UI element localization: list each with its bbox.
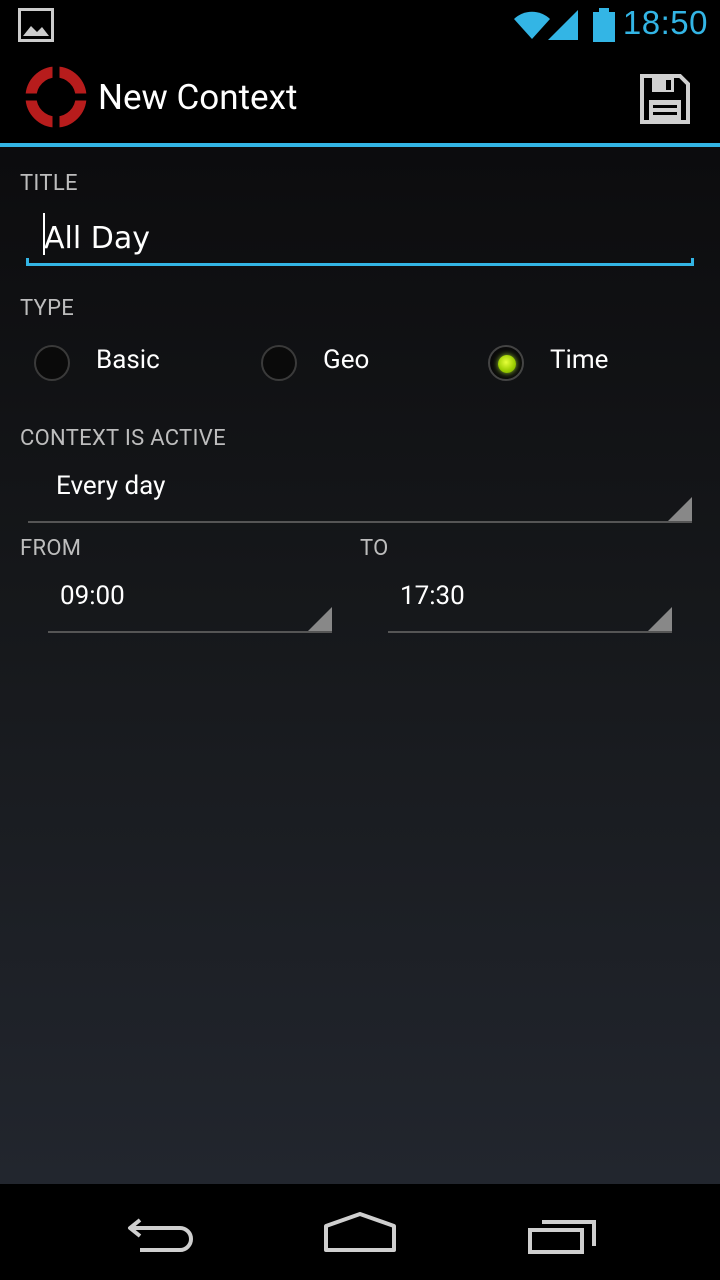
text-cursor xyxy=(43,213,45,255)
from-label: FROM xyxy=(20,536,82,561)
from-time-spinner[interactable]: 09:00 xyxy=(48,573,332,633)
back-icon[interactable] xyxy=(124,1214,196,1254)
frequency-spinner[interactable]: Every day xyxy=(28,463,692,523)
to-time-spinner[interactable]: 17:30 xyxy=(388,573,672,633)
navigation-bar xyxy=(0,1184,720,1280)
battery-icon xyxy=(593,8,615,42)
radio-basic-label: Basic xyxy=(96,345,160,375)
radio-time-circle xyxy=(488,345,524,381)
action-bar: New Context xyxy=(0,50,720,144)
spinner-corner-icon xyxy=(648,607,672,631)
spinner-corner-icon xyxy=(308,607,332,631)
from-time-value: 09:00 xyxy=(60,581,125,611)
type-label: TYPE xyxy=(20,296,75,321)
status-clock: 18:50 xyxy=(622,4,708,41)
context-active-label: CONTEXT IS ACTIVE xyxy=(20,426,226,451)
floppy-disk-icon xyxy=(640,74,690,124)
title-label: TITLE xyxy=(20,171,78,196)
home-icon[interactable] xyxy=(322,1212,398,1254)
page-title: New Context xyxy=(98,77,298,118)
status-bar: 18:50 xyxy=(0,0,720,50)
gallery-icon xyxy=(18,8,54,42)
radio-selected-dot xyxy=(498,355,516,373)
spinner-underline xyxy=(48,631,332,633)
radio-geo-label: Geo xyxy=(323,345,370,375)
spinner-corner-icon xyxy=(668,497,692,521)
radio-time-label: Time xyxy=(550,345,609,375)
to-time-value: 17:30 xyxy=(400,581,465,611)
recent-apps-icon[interactable] xyxy=(526,1216,600,1256)
context-form: TITLE TYPE Basic Geo Time CONTEXT IS ACT… xyxy=(0,147,720,1184)
frequency-value: Every day xyxy=(56,471,166,501)
radio-geo-circle xyxy=(261,345,297,381)
radio-basic-circle xyxy=(34,345,70,381)
lifebuoy-icon[interactable] xyxy=(24,65,88,129)
title-input-underline xyxy=(26,258,694,266)
spinner-underline xyxy=(388,631,672,633)
signal-icon xyxy=(548,10,578,40)
spinner-underline xyxy=(28,521,692,523)
save-button[interactable] xyxy=(630,68,700,130)
to-label: TO xyxy=(360,536,389,561)
wifi-icon xyxy=(514,11,550,39)
